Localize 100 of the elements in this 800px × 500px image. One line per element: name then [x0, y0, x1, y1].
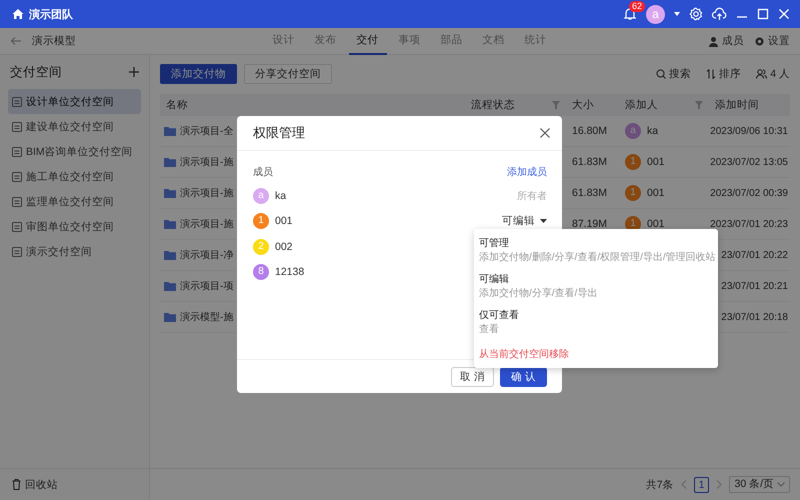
avatar: 8: [253, 264, 269, 280]
search-button[interactable]: 搜索: [656, 67, 692, 81]
role-option[interactable]: 可管理: [479, 236, 716, 251]
nav-tab[interactable]: 部品: [432, 28, 470, 54]
share-space-button[interactable]: 分享交付空间: [244, 64, 332, 84]
role-label: 所有者: [517, 190, 547, 203]
confirm-button[interactable]: 确 认: [500, 366, 547, 386]
file-name[interactable]: 演示项目-施: [180, 217, 234, 231]
nav-tab[interactable]: 发布: [306, 28, 344, 54]
sidebar-item[interactable]: 演示交付空间: [8, 239, 141, 264]
nav-tab[interactable]: 文档: [474, 28, 512, 54]
added-time: 23/07/01 20:21: [721, 280, 788, 292]
member-name: ka: [275, 190, 286, 202]
close-icon[interactable]: [540, 128, 550, 138]
nav-tab[interactable]: 设计: [264, 28, 302, 54]
member-name: 002: [275, 240, 293, 253]
dialog-title: 权限管理: [253, 124, 305, 142]
file-size: 61.83M: [572, 187, 608, 199]
folder-icon: [164, 250, 176, 260]
document-icon: [12, 146, 22, 156]
folder-icon: [164, 219, 176, 229]
nav-tab[interactable]: 事项: [390, 28, 428, 54]
role-description: 添加交付物/分享/查看/导出: [479, 287, 598, 301]
avatar: a: [253, 188, 269, 204]
nav-tab[interactable]: 统计: [516, 28, 554, 54]
file-name[interactable]: 演示项目-施: [180, 155, 234, 169]
file-size: 16.80M: [572, 125, 608, 137]
column-header: 大小: [572, 98, 594, 112]
add-icon[interactable]: [129, 67, 139, 77]
role-option[interactable]: 可编辑: [479, 272, 716, 287]
cloud-upload-icon[interactable]: [712, 7, 727, 21]
page-number[interactable]: 1: [694, 476, 710, 492]
adder-name: 001: [647, 187, 665, 199]
added-time: 23/07/01 20:22: [721, 250, 788, 260]
document-icon: [12, 122, 22, 132]
document-icon: [12, 222, 22, 232]
adder-name: 001: [647, 218, 665, 230]
sidebar-item[interactable]: BIM咨询单位交付空间: [8, 139, 141, 164]
file-size: 87.19M: [572, 218, 608, 230]
add-deliverable-button[interactable]: 添加交付物: [160, 64, 237, 84]
sort-icon: [706, 69, 716, 79]
folder-icon: [164, 126, 176, 136]
sidebar-item[interactable]: 设计单位交付空间: [8, 89, 141, 114]
add-member-link[interactable]: 添加成员: [507, 165, 547, 179]
folder-icon: [164, 312, 176, 322]
sidebar-item[interactable]: 监理单位交付空间: [8, 189, 141, 214]
avatar: 1: [253, 213, 269, 230]
folder-icon: [164, 188, 176, 198]
settings-link[interactable]: 设置: [754, 34, 790, 48]
column-header: 名称: [166, 98, 188, 112]
file-name[interactable]: 演示项目-净: [180, 248, 234, 262]
team-name: 演示团队: [29, 8, 73, 22]
file-name[interactable]: 演示项目-施: [180, 186, 234, 200]
trash-icon: [12, 479, 21, 490]
role-select[interactable]: 可编辑: [502, 214, 547, 228]
adder-name: ka: [647, 125, 658, 137]
role-description: 查看: [479, 323, 500, 337]
search-icon: [656, 69, 666, 79]
members-label: 成员: [253, 166, 273, 179]
column-header: 添加人: [625, 98, 658, 112]
avatar: 1: [625, 154, 641, 170]
remove-member-option[interactable]: 从当前交付空间移除: [479, 347, 716, 361]
added-time: 2023/07/02 13:05: [710, 156, 788, 168]
file-name[interactable]: 演示项目-项: [180, 279, 234, 293]
sidebar-title: 交付空间: [10, 64, 62, 80]
avatar: 2: [253, 238, 269, 255]
page-size-select[interactable]: 30 条/页: [729, 476, 790, 493]
added-time: 2023/07/01 20:23: [710, 218, 788, 230]
added-time: 23/07/01 20:18: [721, 312, 788, 322]
sort-button[interactable]: 排序: [706, 67, 742, 81]
document-icon: [12, 172, 22, 182]
file-name[interactable]: 演示项目-全: [180, 124, 234, 138]
people-button[interactable]: 4 人: [756, 67, 790, 81]
sidebar-item[interactable]: 施工单位交付空间: [8, 164, 141, 189]
role-option[interactable]: 仅可查看: [479, 308, 716, 323]
person-icon: [708, 36, 719, 46]
document-icon: [12, 96, 22, 106]
role-description: 添加交付物/删除/分享/查看/权限管理/导出/管理回收站: [479, 251, 716, 265]
members-link[interactable]: 成员: [708, 34, 744, 48]
model-title: 演示模型: [32, 34, 76, 48]
caret-icon: [540, 219, 547, 224]
file-name[interactable]: 演示模型-施: [180, 310, 234, 324]
document-icon: [12, 246, 22, 256]
recycle-bin-link[interactable]: 回收站: [0, 468, 149, 500]
folder-icon: [164, 157, 176, 167]
home-icon[interactable]: [12, 8, 24, 20]
people-icon: [756, 69, 768, 79]
avatar: 1: [625, 185, 641, 201]
sidebar-item[interactable]: 建设单位交付空间: [8, 114, 141, 139]
document-icon: [12, 196, 22, 206]
member-name: 001: [275, 215, 293, 228]
maximize-icon[interactable]: [757, 8, 769, 20]
column-header: 流程状态: [471, 98, 515, 112]
column-header: 添加时间: [715, 98, 759, 112]
cancel-button[interactable]: 取 消: [451, 366, 494, 386]
added-time: 2023/09/06 10:31: [710, 126, 788, 136]
folder-icon: [164, 281, 176, 291]
sidebar-item[interactable]: 审图单位交付空间: [8, 214, 141, 239]
total-count: 共7条: [646, 478, 674, 492]
caret-icon[interactable]: [674, 12, 680, 16]
